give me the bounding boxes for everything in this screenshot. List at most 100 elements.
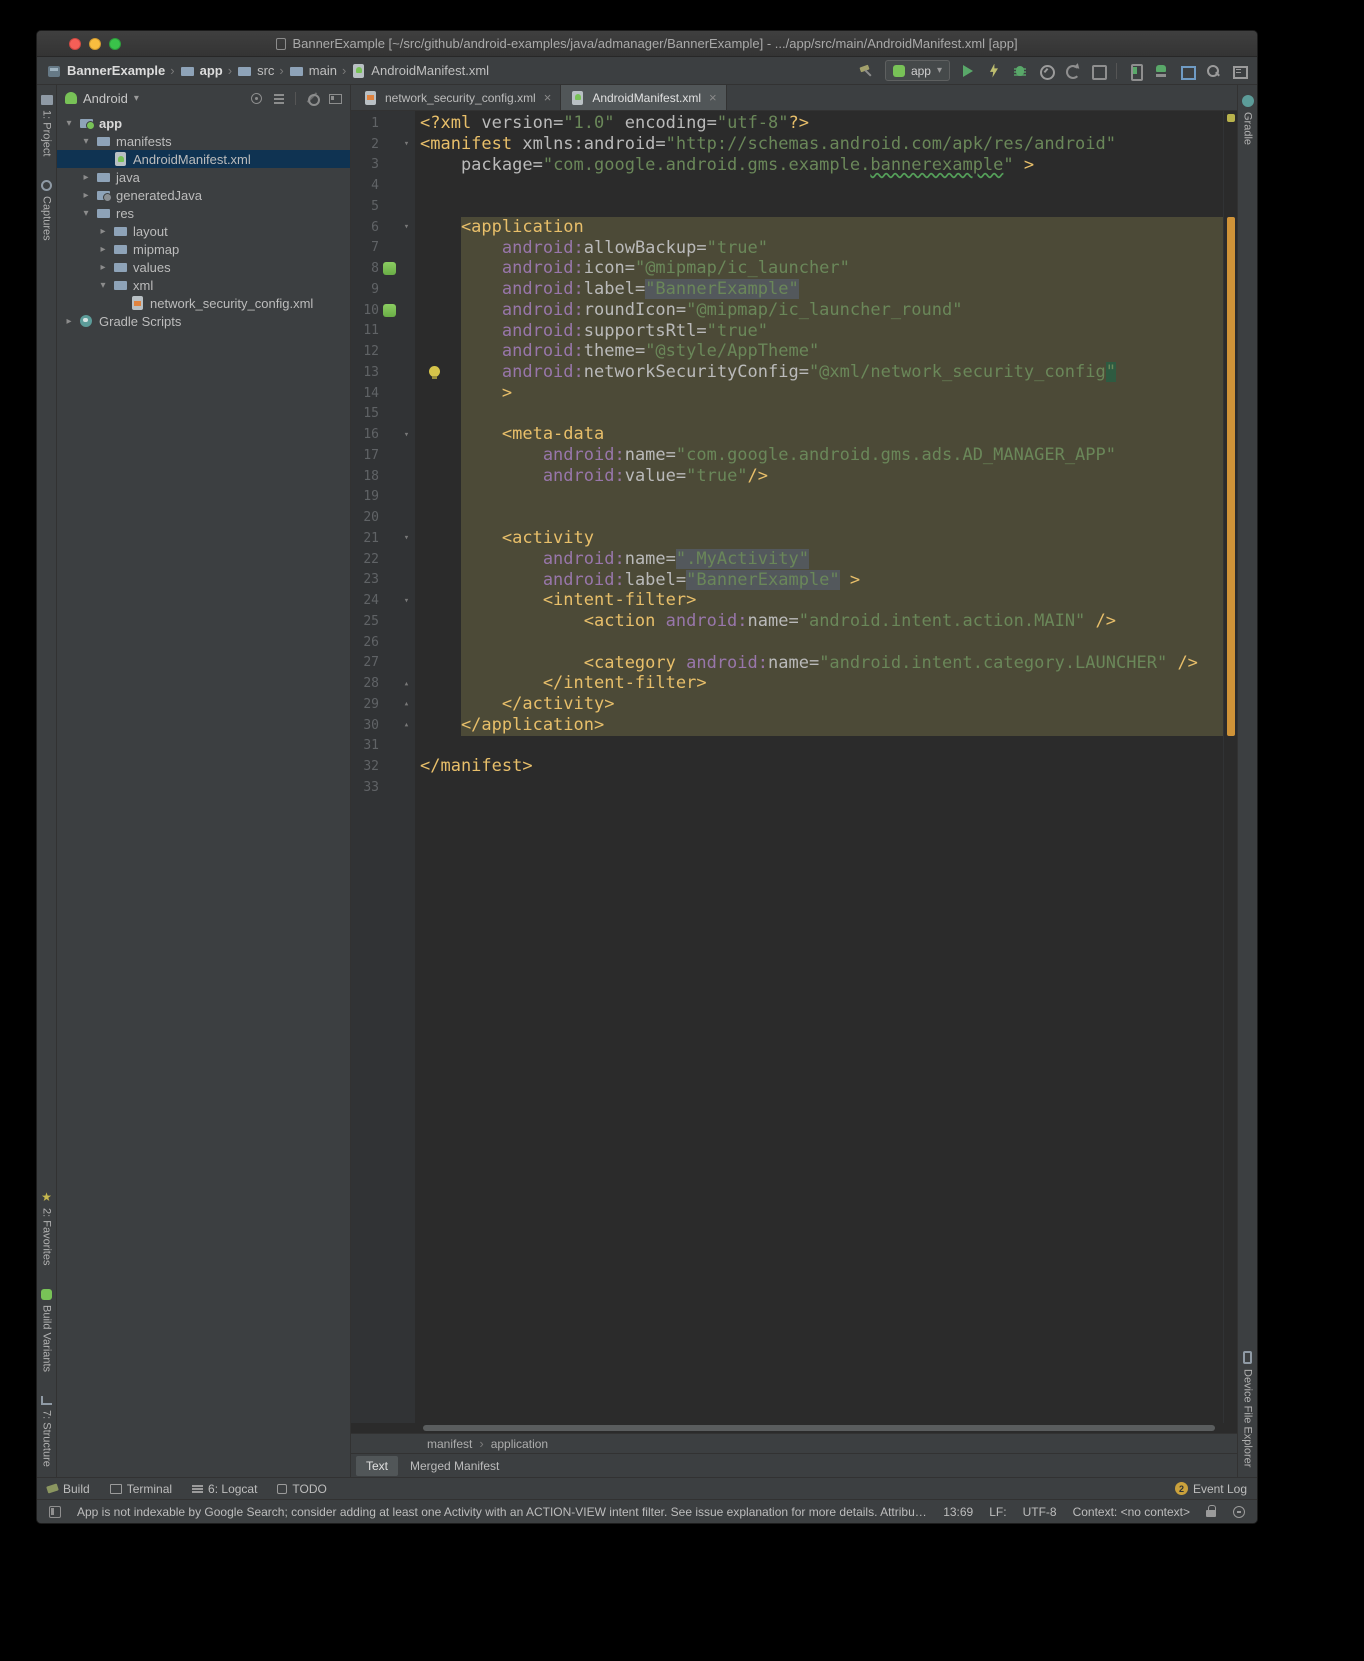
inspection-status-icon[interactable] xyxy=(1227,114,1235,122)
tool-button-todo[interactable]: TODO xyxy=(277,1482,326,1496)
view-tab-text[interactable]: Text xyxy=(356,1456,398,1476)
code-line[interactable]: </application> xyxy=(415,715,1223,736)
code-line[interactable]: android:label="BannerExample" > xyxy=(415,570,1223,591)
window-minimize-button[interactable] xyxy=(89,38,101,50)
tree-item-values[interactable]: ▸values xyxy=(57,258,350,276)
editor-tab-androidmanifest-xml[interactable]: AndroidManifest.xml× xyxy=(561,85,726,110)
chevron-collapsed-icon[interactable]: ▸ xyxy=(97,226,109,237)
locate-icon[interactable] xyxy=(249,91,263,105)
code-line[interactable]: android:supportsRtl="true" xyxy=(415,321,1223,342)
tool-stripe-button-7-structure[interactable]: 7: Structure xyxy=(41,1396,53,1467)
tree-item-gradle-scripts[interactable]: ▸Gradle Scripts xyxy=(57,312,350,330)
chevron-expanded-icon[interactable]: ▾ xyxy=(80,208,92,219)
code-line[interactable]: <intent-filter> xyxy=(415,590,1223,611)
fold-end-icon[interactable]: ▴ xyxy=(404,679,409,689)
breadcrumb-item-src[interactable]: src xyxy=(237,63,274,78)
code-line[interactable]: </activity> xyxy=(415,694,1223,715)
caret-position[interactable]: 13:69 xyxy=(943,1505,973,1519)
tree-item-layout[interactable]: ▸layout xyxy=(57,222,350,240)
code-line[interactable] xyxy=(415,736,1223,757)
apply-changes-icon[interactable] xyxy=(986,63,1002,79)
tool-button-terminal[interactable]: Terminal xyxy=(110,1482,172,1496)
breadcrumb-item-bannerexample[interactable]: BannerExample xyxy=(47,63,165,78)
project-structure-icon[interactable] xyxy=(1231,63,1247,79)
collapse-all-icon[interactable] xyxy=(272,91,286,105)
code-line[interactable]: android:value="true"/> xyxy=(415,466,1223,487)
settings-gear-icon[interactable] xyxy=(305,91,319,105)
fold-expanded-icon[interactable]: ▾ xyxy=(404,596,409,606)
tab-close-icon[interactable]: × xyxy=(544,90,552,105)
code-line[interactable]: <category android:name="android.intent.c… xyxy=(415,653,1223,674)
tree-item-res[interactable]: ▾res xyxy=(57,204,350,222)
hide-panel-icon[interactable] xyxy=(328,91,342,105)
chevron-collapsed-icon[interactable]: ▸ xyxy=(63,316,75,327)
code-line[interactable] xyxy=(415,777,1223,798)
profile-icon[interactable] xyxy=(1038,63,1054,79)
breadcrumb-item-main[interactable]: main xyxy=(289,63,337,78)
editor-tab-network-security-config-xml[interactable]: network_security_config.xml× xyxy=(354,85,561,110)
file-encoding[interactable]: UTF-8 xyxy=(1023,1505,1057,1519)
code-line[interactable]: <action android:name="android.intent.act… xyxy=(415,611,1223,632)
tool-stripe-button-captures[interactable]: Captures xyxy=(41,180,53,241)
code-line[interactable]: <activity xyxy=(415,528,1223,549)
avd-manager-icon[interactable] xyxy=(1127,63,1143,79)
code-line[interactable] xyxy=(415,175,1223,196)
tree-item-manifests[interactable]: ▾manifests xyxy=(57,132,350,150)
code-line[interactable]: android:theme="@style/AppTheme" xyxy=(415,341,1223,362)
code-line[interactable] xyxy=(415,196,1223,217)
lock-icon[interactable] xyxy=(1206,1505,1217,1518)
search-everywhere-icon[interactable] xyxy=(1205,63,1221,79)
attach-debugger-icon[interactable] xyxy=(1090,63,1106,79)
tree-item-xml[interactable]: ▾xml xyxy=(57,276,350,294)
chevron-collapsed-icon[interactable]: ▸ xyxy=(97,262,109,273)
tool-button-event-log[interactable]: 2Event Log xyxy=(1175,1482,1247,1496)
line-separator-indicator[interactable]: LF: xyxy=(989,1505,1006,1519)
window-close-button[interactable] xyxy=(69,38,81,50)
tool-stripe-button-2-favorites[interactable]: ★2: Favorites xyxy=(41,1191,53,1265)
code-line[interactable] xyxy=(415,632,1223,653)
fold-expanded-icon[interactable]: ▾ xyxy=(404,139,409,149)
code-line[interactable]: <meta-data xyxy=(415,424,1223,445)
fold-expanded-icon[interactable]: ▾ xyxy=(404,430,409,440)
chevron-expanded-icon[interactable]: ▾ xyxy=(80,136,92,147)
code-editor[interactable]: <?xml version="1.0" encoding="utf-8"?><m… xyxy=(415,111,1223,1423)
code-line[interactable]: android:allowBackup="true" xyxy=(415,238,1223,259)
breadcrumb-application[interactable]: application xyxy=(491,1437,548,1451)
tool-button-build[interactable]: Build xyxy=(47,1482,90,1496)
chevron-collapsed-icon[interactable]: ▸ xyxy=(97,244,109,255)
status-message[interactable]: App is not indexable by Google Search; c… xyxy=(77,1505,927,1519)
fold-end-icon[interactable]: ▴ xyxy=(404,720,409,730)
tool-stripe-button-build-variants[interactable]: Build Variants xyxy=(41,1289,53,1372)
fold-end-icon[interactable]: ▴ xyxy=(404,699,409,709)
context-indicator[interactable]: Context: <no context> xyxy=(1073,1505,1190,1519)
tool-stripe-button-gradle[interactable]: Gradle xyxy=(1242,95,1254,145)
tool-stripe-button-device-file-explorer[interactable]: Device File Explorer xyxy=(1242,1351,1254,1467)
chevron-expanded-icon[interactable]: ▾ xyxy=(97,280,109,291)
chevron-collapsed-icon[interactable]: ▸ xyxy=(80,190,92,201)
launcher-icon-preview[interactable] xyxy=(383,304,396,317)
code-line[interactable] xyxy=(415,507,1223,528)
layout-inspector-icon[interactable] xyxy=(1179,63,1195,79)
sdk-manager-icon[interactable] xyxy=(1153,63,1169,79)
title-bar[interactable]: BannerExample [~/src/github/android-exam… xyxy=(37,31,1257,57)
chevron-collapsed-icon[interactable]: ▸ xyxy=(80,172,92,183)
run-icon[interactable] xyxy=(960,63,976,79)
highlighting-level-icon[interactable] xyxy=(1233,1506,1245,1518)
code-line[interactable]: android:networkSecurityConfig="@xml/netw… xyxy=(415,362,1223,383)
tree-item-java[interactable]: ▸java xyxy=(57,168,350,186)
code-line[interactable]: </manifest> xyxy=(415,756,1223,777)
breadcrumb-item-app[interactable]: app xyxy=(180,63,223,78)
run-config-select[interactable]: app ▾ xyxy=(885,60,950,81)
tree-item-androidmanifest-xml[interactable]: AndroidManifest.xml xyxy=(57,150,350,168)
code-line[interactable]: </intent-filter> xyxy=(415,673,1223,694)
editor-error-stripe[interactable] xyxy=(1223,111,1237,1423)
horizontal-scrollbar[interactable] xyxy=(351,1423,1237,1433)
window-maximize-button[interactable] xyxy=(109,38,121,50)
tool-stripe-button-1-project[interactable]: 1: Project xyxy=(41,95,53,156)
tool-button-6-logcat[interactable]: 6: Logcat xyxy=(192,1482,257,1496)
tree-item-generatedjava[interactable]: ▸generatedJava xyxy=(57,186,350,204)
code-line[interactable]: android:icon="@mipmap/ic_launcher" xyxy=(415,258,1223,279)
scrollbar-thumb[interactable] xyxy=(423,1425,1215,1431)
code-line[interactable]: android:label="BannerExample" xyxy=(415,279,1223,300)
code-line[interactable]: android:roundIcon="@mipmap/ic_launcher_r… xyxy=(415,300,1223,321)
